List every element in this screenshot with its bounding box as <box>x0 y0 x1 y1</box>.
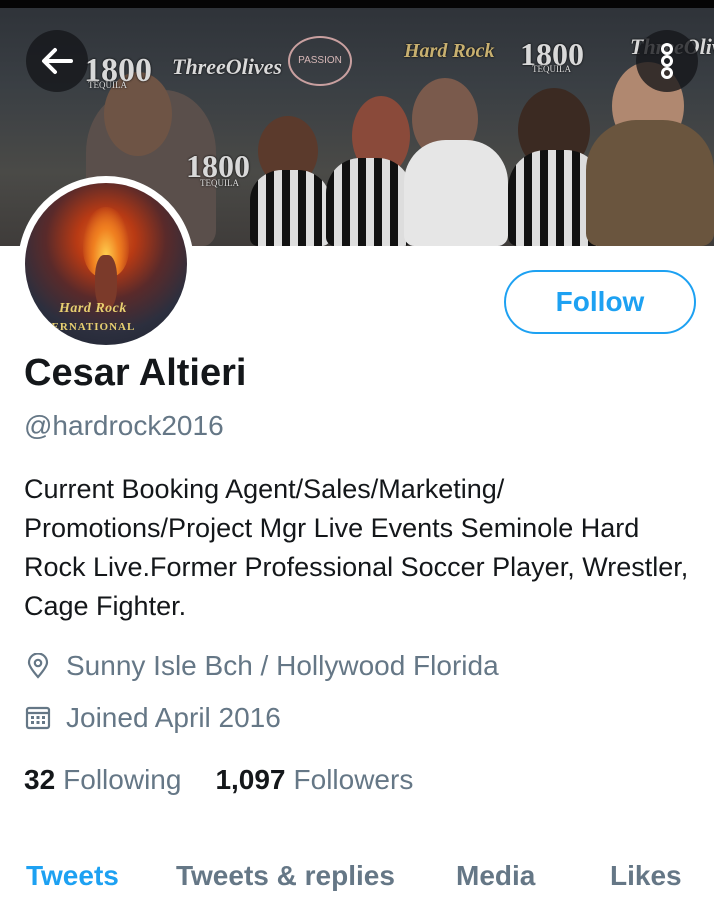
location-text: Sunny Isle Bch / Hollywood Florida <box>66 650 499 681</box>
banner-person <box>586 120 714 246</box>
avatar[interactable]: Hard Rock INTERNATIONAL <box>18 176 194 352</box>
joined-row: Joined April 2016 <box>24 702 281 734</box>
following-link[interactable]: 32 Following <box>24 764 181 796</box>
tab-tweets[interactable]: Tweets <box>26 860 119 892</box>
banner-person <box>250 170 330 246</box>
banner-logo-three-olives: ThreeOlives <box>172 54 282 79</box>
profile-handle: @hardrock2016 <box>24 410 224 441</box>
banner-logo-tequila: TEQUILA <box>200 178 239 188</box>
banner-person <box>404 140 508 246</box>
banner-logo-passion: PASSION <box>288 36 352 86</box>
tab-tweets-and-replies[interactable]: Tweets & replies <box>176 860 395 892</box>
avatar-logo-text: Hard Rock <box>59 301 127 316</box>
profile-name: Cesar Altieri <box>24 352 247 394</box>
avatar-image: Hard Rock INTERNATIONAL <box>25 183 187 345</box>
follow-button[interactable]: Follow <box>504 270 696 334</box>
status-bar-strip <box>0 0 714 8</box>
profile-bio: Current Booking Agent/Sales/Marketing/ P… <box>24 474 689 621</box>
location-pin-icon <box>24 652 52 680</box>
followers-count: 1,097 <box>215 764 286 795</box>
banner-logo-tequila: TEQUILA <box>532 64 571 74</box>
more-options-button[interactable] <box>636 30 698 92</box>
vertical-dots-icon <box>661 43 673 79</box>
location-row: Sunny Isle Bch / Hollywood Florida <box>24 650 499 682</box>
banner-logo-hard-rock: Hard Rock <box>404 40 495 62</box>
followers-link[interactable]: 1,097 Followers <box>215 764 413 796</box>
tab-media[interactable]: Media <box>456 860 535 892</box>
following-count: 32 <box>24 764 56 795</box>
profile-tabs: Tweets Tweets & replies Media Likes <box>0 850 714 913</box>
follow-counts: 32 Following 1,097 Followers <box>24 764 413 796</box>
back-button[interactable] <box>26 30 88 92</box>
avatar-logo-subtext: INTERNATIONAL <box>29 321 136 333</box>
following-label: Following <box>63 764 182 795</box>
banner-person <box>326 158 412 246</box>
joined-text: Joined April 2016 <box>66 702 281 733</box>
banner-logo-tequila: TEQUILA <box>88 80 127 90</box>
tab-likes[interactable]: Likes <box>610 860 682 892</box>
followers-label: Followers <box>293 764 414 795</box>
back-arrow-icon <box>42 48 73 74</box>
calendar-icon <box>24 704 52 732</box>
